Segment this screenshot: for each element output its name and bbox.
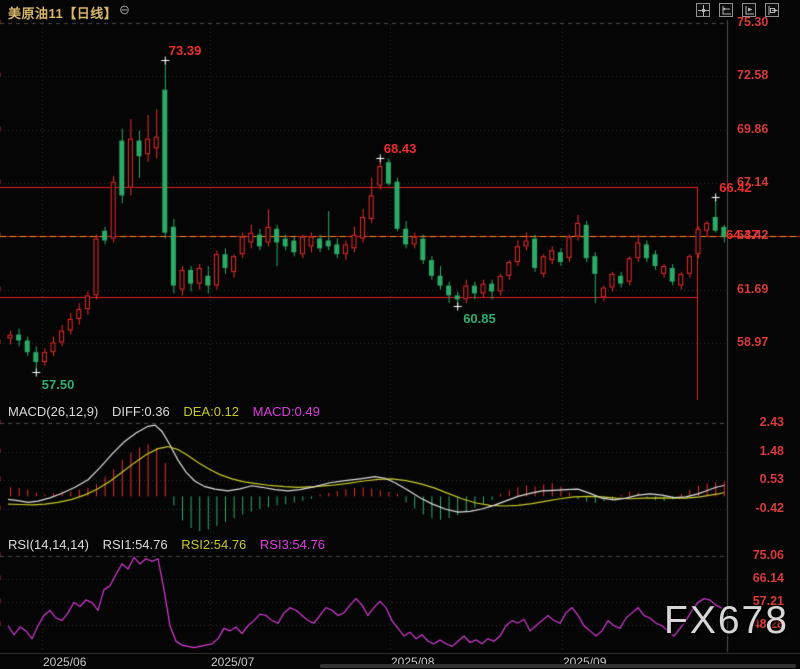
axis-tick-label: 58.97: [737, 335, 768, 350]
axis-tick-label: -0.42: [745, 501, 784, 516]
clipped-axis-digit: 0: [0, 594, 4, 609]
axis-tick-label: 61.69: [737, 282, 768, 297]
collapse-icon[interactable]: ⊖: [119, 2, 130, 18]
clipped-axis-digit: 0: [0, 175, 4, 190]
clipped-axis-digit: 0: [0, 122, 4, 137]
high-price-annotation: 66.42: [719, 180, 752, 195]
chart-canvas[interactable]: [0, 0, 800, 669]
high-price-annotation: 68.43: [384, 141, 417, 156]
low-price-annotation: 57.50: [42, 377, 75, 392]
axis-tick-label: 72.58: [737, 68, 768, 83]
clipped-axis-digit: 0: [0, 571, 4, 586]
clipped-axis-digit: 0: [0, 501, 4, 516]
axis-tick-label: 2.43: [745, 415, 784, 430]
rsi-name-label: RSI(14,14,14): [8, 537, 89, 552]
chart-toolbar: [696, 3, 779, 17]
chart-window: { "window": {"title": "美原油11【日线】", "coll…: [0, 0, 800, 669]
clipped-axis-digit: 0: [0, 282, 4, 297]
scrollbar-thumb[interactable]: [320, 664, 796, 668]
pan-right-button[interactable]: [765, 3, 779, 17]
axis-tick-label: 75.06: [745, 548, 784, 563]
axis-tick-label: 1.48: [745, 444, 784, 459]
axis-tick-label: 75.30: [737, 15, 768, 30]
axis-tick-label: 66.14: [745, 571, 784, 586]
clipped-axis-digit: 0: [0, 617, 4, 632]
axis-tick-label: 0.53: [745, 472, 784, 487]
macd-macd-value: MACD:0.49: [253, 404, 320, 419]
date-axis-label: 2025/06: [43, 655, 86, 669]
crosshair-button[interactable]: [696, 3, 710, 17]
watermark: FX678: [664, 599, 789, 643]
macd-header: MACD(26,12,9) DIFF:0.36 DEA:0.12 MACD:0.…: [8, 404, 330, 419]
macd-diff-value: DIFF:0.36: [112, 404, 170, 419]
axis-tick-label: 69.86: [737, 122, 768, 137]
axis-tick-label: 64.42: [737, 228, 768, 243]
rsi1-value: RSI1:54.76: [103, 537, 168, 552]
rsi2-value: RSI2:54.76: [181, 537, 246, 552]
clipped-axis-digit: 0: [0, 15, 4, 30]
clipped-axis-digit: 0: [0, 415, 4, 430]
macd-name-label: MACD(26,12,9): [8, 404, 98, 419]
rsi-header: RSI(14,14,14) RSI1:54.76 RSI2:54.76 RSI3…: [8, 537, 335, 552]
low-price-annotation: 60.85: [463, 311, 496, 326]
clipped-axis-digit: 0: [0, 472, 4, 487]
clipped-axis-digit: 0: [0, 68, 4, 83]
clipped-axis-digit: 0: [0, 548, 4, 563]
instrument-title: 美原油11【日线】: [8, 3, 117, 22]
date-axis-label: 2025/07: [211, 655, 254, 669]
macd-dea-value: DEA:0.12: [183, 404, 239, 419]
clipped-axis-digit: 0: [0, 228, 4, 243]
clipped-axis-digit: 0: [0, 335, 4, 350]
axis-expand-button[interactable]: [742, 3, 756, 17]
high-price-annotation: 73.39: [169, 43, 202, 58]
clipped-axis-digit: 0: [0, 444, 4, 459]
rsi3-value: RSI3:54.76: [260, 537, 325, 552]
axis-compress-button[interactable]: [719, 3, 733, 17]
axis-separator: [0, 653, 800, 654]
